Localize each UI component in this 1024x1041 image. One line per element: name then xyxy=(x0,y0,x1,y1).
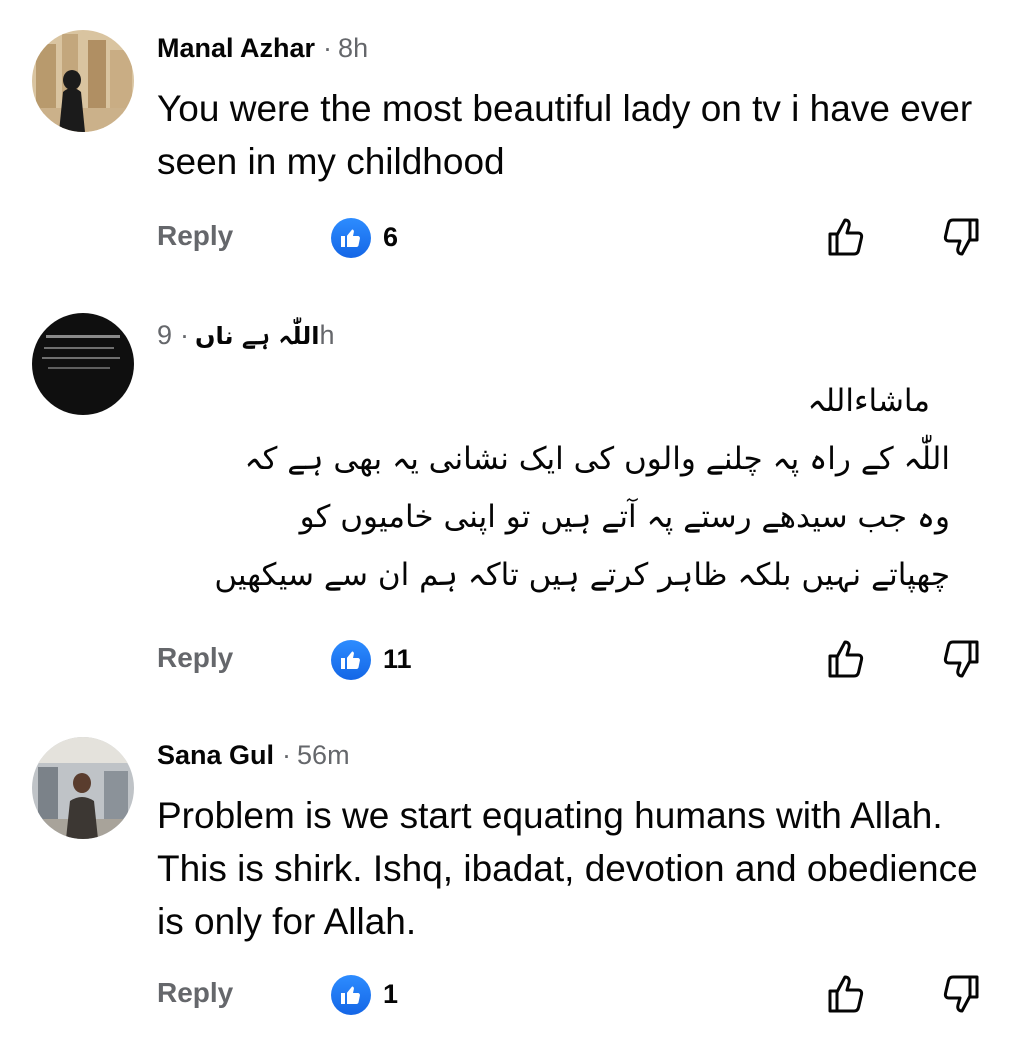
comment-meta: اللّٰہ ہے ناں·9h xyxy=(157,320,335,351)
comment-actions: Reply 11 xyxy=(0,636,1024,686)
like-count[interactable]: 11 xyxy=(383,644,412,675)
reply-button[interactable]: Reply xyxy=(157,642,233,674)
comment-text-line: وہ جب سیدھے رستے پہ آتے ہیں تو اپنی خامی… xyxy=(299,499,950,535)
thumbs-up-icon xyxy=(331,218,371,258)
avatar[interactable] xyxy=(32,30,134,132)
thumbs-up-outline-icon[interactable] xyxy=(826,638,866,685)
comment-author[interactable]: Sana Gul xyxy=(157,740,274,770)
comment-meta: Manal Azhar · 8h xyxy=(157,33,368,64)
avatar[interactable] xyxy=(32,313,134,415)
comment-text-line: اللّٰہ کے راہ پہ چلنے والوں کی ایک نشانی… xyxy=(244,441,950,477)
comment-actions: Reply 1 xyxy=(0,971,1024,1021)
reply-button[interactable]: Reply xyxy=(157,977,233,1009)
like-count[interactable]: 6 xyxy=(383,222,398,253)
avatar[interactable] xyxy=(32,737,134,839)
comment-time[interactable]: 56m xyxy=(297,740,350,770)
comment-author[interactable]: اللّٰہ ہے ناں xyxy=(195,322,319,350)
comment-author[interactable]: Manal Azhar xyxy=(157,33,315,63)
reply-button[interactable]: Reply xyxy=(157,220,233,252)
comment-text: ماشاءاللہ اللّٰہ کے راہ پہ چلنے والوں کی… xyxy=(150,372,950,604)
separator-dot: · xyxy=(180,320,190,350)
thumbs-up-outline-icon[interactable] xyxy=(826,973,866,1020)
comment-text: You were the most beautiful lady on tv i… xyxy=(157,88,973,182)
thumbs-up-icon xyxy=(331,640,371,680)
thumbs-down-outline-icon[interactable] xyxy=(941,638,981,685)
comment-text-line: ماشاءاللہ xyxy=(807,383,930,419)
comment-meta: Sana Gul · 56m xyxy=(157,740,350,771)
thumbs-down-outline-icon[interactable] xyxy=(941,973,981,1020)
like-count[interactable]: 1 xyxy=(383,979,398,1010)
comment-time[interactable]: 8h xyxy=(338,33,368,63)
thumbs-down-outline-icon[interactable] xyxy=(941,216,981,263)
thumbs-up-outline-icon[interactable] xyxy=(826,216,866,263)
comment-text: Problem is we start equating humans with… xyxy=(157,795,978,942)
comment-text-line: چھپاتے نہیں بلکہ ظاہر کرتے ہیں تاکہ ہم ا… xyxy=(214,557,950,593)
comment-actions: Reply 6 xyxy=(0,214,1024,264)
thumbs-up-icon xyxy=(331,975,371,1015)
separator-dot: · xyxy=(323,33,333,63)
separator-dot: · xyxy=(282,740,292,770)
